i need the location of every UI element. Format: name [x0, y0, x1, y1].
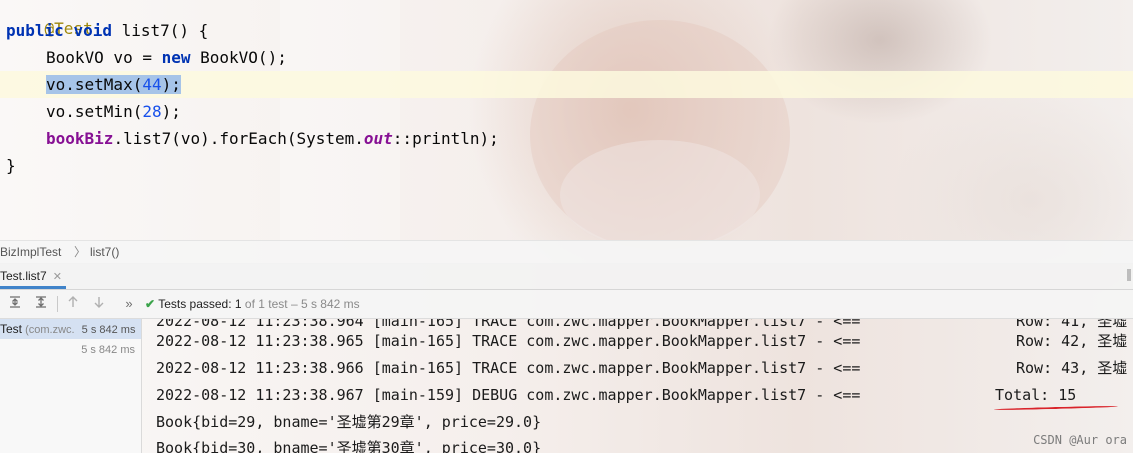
breadcrumb: BizImplTest 〉 list7()	[0, 240, 1133, 264]
code-line-list7-call[interactable]: bookBiz.list7(vo).forEach(System.out::pr…	[46, 125, 499, 152]
close-brace: }	[6, 156, 16, 175]
tree-row-root[interactable]: Test (com.zwc. 5 s 842 ms	[0, 319, 141, 339]
set-min-close: );	[161, 102, 181, 121]
test-tree: Test (com.zwc. 5 s 842 ms 5 s 842 ms	[0, 319, 142, 453]
toolbar-divider	[57, 296, 58, 312]
type-token: BookVO	[46, 48, 104, 67]
console-line: Book{bid=30, bname='圣墟第30章', price=30.0}	[156, 439, 542, 453]
console-row-value: Row: 43, 圣墟	[1016, 359, 1128, 377]
console-total-value: Total: 15	[986, 386, 1077, 404]
console-line: 2022-08-12 11:23:38.965 [main-165] TRACE…	[156, 332, 861, 350]
console-line: Book{bid=29, bname='圣墟第29章', price=29.0}	[156, 413, 542, 431]
tree-row-child[interactable]: 5 s 842 ms	[81, 341, 135, 359]
field-bookbiz: bookBiz	[46, 129, 114, 148]
tree-root-time: 5 s 842 ms	[81, 324, 136, 336]
code-line-set-max[interactable]: vo.setMax(44);	[46, 71, 181, 98]
var-assign-token: vo =	[103, 48, 162, 67]
chain-call: .list7(vo).forEach(System.	[113, 129, 364, 148]
tree-child-time: 5 s 842 ms	[81, 344, 135, 356]
breadcrumb-item-class[interactable]: BizImplTest	[0, 241, 61, 263]
expand-all-icon[interactable]	[6, 295, 24, 313]
set-max-close: );	[161, 75, 181, 94]
tab-scroll-indicator	[1127, 269, 1131, 281]
close-icon[interactable]: ✕	[53, 271, 62, 283]
method-ref: ::println);	[392, 129, 499, 148]
console-line: 2022-08-12 11:23:38.966 [main-165] TRACE…	[156, 359, 861, 377]
console-row-value: Row: 42, 圣墟	[1016, 332, 1128, 350]
breadcrumb-item-method[interactable]: list7()	[90, 241, 119, 263]
run-tab-bar: Test.list7 ✕	[0, 263, 1133, 290]
keyword-new: new	[161, 48, 191, 67]
test-status: ✔ Tests passed: 1 of 1 test – 5 s 842 ms	[145, 290, 360, 318]
keyword-void: void	[73, 21, 112, 40]
status-prefix: Tests passed:	[158, 297, 235, 311]
tree-root-package: (com.zwc.	[25, 324, 75, 336]
set-max-call: vo.setMax(	[46, 75, 143, 94]
console-output[interactable]: 2022-08-12 11:23:38.964 [main-165] TRACE…	[142, 319, 1133, 453]
number-literal-min: 28	[142, 102, 162, 121]
status-suffix: of 1 test – 5 s 842 ms	[241, 297, 360, 311]
selected-text: vo.setMax(44);	[46, 75, 181, 94]
check-icon: ✔	[145, 297, 156, 311]
code-line-new-vo[interactable]: BookVO vo = new BookVO();	[46, 44, 287, 71]
code-editor[interactable]: @Test public void list7() { BookVO vo = …	[0, 0, 1133, 238]
constructor-call: BookVO();	[190, 48, 287, 67]
breadcrumb-separator: 〉	[74, 245, 87, 259]
method-declaration: list7() {	[111, 21, 209, 40]
code-line-set-min[interactable]: vo.setMin(28);	[46, 98, 181, 125]
static-field-out: out	[363, 129, 393, 148]
more-icon[interactable]: »	[120, 295, 138, 313]
down-icon[interactable]	[90, 295, 108, 313]
test-toolbar: » ✔ Tests passed: 1 of 1 test – 5 s 842 …	[0, 290, 1133, 319]
number-literal-max: 44	[142, 75, 162, 94]
set-min-call: vo.setMin(	[46, 102, 143, 121]
tab-test-list7[interactable]: Test.list7 ✕	[0, 263, 66, 289]
status-count: 1	[234, 297, 242, 311]
tab-label: Test.list7	[0, 269, 47, 283]
collapse-all-icon[interactable]	[32, 295, 50, 313]
code-line-close-brace[interactable]: }	[6, 152, 16, 179]
code-line-method-signature[interactable]: public void list7() {	[6, 17, 208, 44]
code-line-annotation[interactable]: @Test	[6, 0, 93, 38]
keyword-public: public	[6, 21, 64, 40]
watermark: CSDN @Aur ora	[1033, 433, 1127, 447]
tree-root-name: Test	[0, 322, 23, 336]
console-line: 2022-08-12 11:23:38.967 [main-159] DEBUG…	[156, 386, 861, 404]
up-icon[interactable]	[64, 295, 82, 313]
